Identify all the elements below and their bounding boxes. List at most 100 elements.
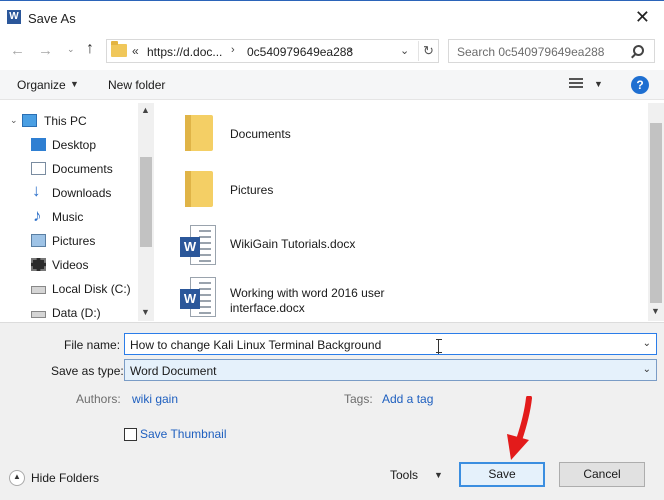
sidebar-item-data-drive[interactable]: Data (D:) — [0, 302, 138, 324]
sidebar-item-downloads[interactable]: Downloads — [0, 181, 138, 204]
file-name-label: Pictures — [230, 183, 274, 197]
scroll-down-icon[interactable]: ▼ — [141, 307, 150, 317]
chevron-down-icon[interactable]: ▼ — [70, 79, 79, 89]
scroll-down-icon[interactable]: ▼ — [651, 306, 660, 316]
word-document-icon: W — [180, 277, 218, 319]
pictures-icon — [31, 234, 46, 247]
window-title: Save As — [28, 11, 76, 26]
overflow-chevrons-icon[interactable]: « — [132, 44, 139, 58]
save-button[interactable]: Save — [459, 462, 545, 487]
sidebar-item-label: Data (D:) — [52, 306, 101, 320]
sidebar-item-label: This PC — [44, 114, 87, 128]
organize-button[interactable]: Organize — [17, 78, 66, 92]
music-icon — [31, 206, 46, 226]
file-name-value: How to change Kali Linux Terminal Backgr… — [130, 338, 382, 352]
sidebar-item-label: Desktop — [52, 138, 97, 152]
chevron-right-icon[interactable]: › — [231, 44, 235, 56]
file-name-label: interface.docx — [230, 301, 305, 315]
sidebar-item-videos[interactable]: Videos — [0, 254, 138, 276]
expand-caret-icon[interactable]: ⌄ — [10, 115, 18, 126]
sidebar-item-label: Documents — [52, 162, 113, 176]
scroll-up-icon[interactable]: ▲ — [141, 105, 150, 115]
documents-icon — [31, 162, 46, 175]
cancel-button[interactable]: Cancel — [559, 462, 645, 487]
list-item[interactable]: W Working with word 2016 user interface.… — [156, 269, 636, 321]
chevron-right-icon[interactable]: › — [348, 44, 352, 56]
folder-icon — [185, 171, 213, 207]
title-bar: W Save As ✕ — [0, 0, 664, 34]
file-name-field[interactable]: How to change Kali Linux Terminal Backgr… — [124, 333, 657, 355]
sidebar-item-local-disk[interactable]: Local Disk (C:) — [0, 278, 138, 300]
search-input[interactable]: Search 0c540979649ea288 — [448, 39, 655, 63]
tools-button[interactable]: Tools — [390, 468, 418, 482]
sidebar-item-label: Pictures — [52, 234, 96, 248]
folder-icon — [111, 41, 127, 57]
chevron-down-icon[interactable]: ▼ — [434, 470, 443, 480]
videos-icon — [31, 258, 46, 271]
sidebar-item-music[interactable]: Music — [0, 206, 138, 228]
help-icon[interactable]: ? — [631, 76, 649, 94]
sidebar-item-label: Local Disk (C:) — [52, 282, 131, 296]
word-document-icon: W — [180, 225, 218, 267]
search-icon[interactable] — [633, 45, 644, 56]
breadcrumb-segment[interactable]: 0c540979649ea288 — [247, 45, 353, 59]
chevron-down-icon[interactable]: ▼ — [594, 79, 603, 89]
file-name-label: WikiGain Tutorials.docx — [230, 237, 356, 251]
file-list: Documents Pictures W WikiGain Tutorials.… — [156, 103, 646, 321]
tags-label: Tags: — [344, 392, 373, 406]
file-name-label: File name: — [64, 338, 121, 352]
forward-arrow-icon[interactable]: → — [38, 42, 53, 59]
navigation-scrollbar[interactable]: ▲ ▼ — [138, 103, 154, 321]
sidebar-item-label: Music — [52, 210, 84, 224]
authors-field[interactable]: wiki gain — [132, 392, 178, 406]
text-cursor-icon — [436, 339, 442, 354]
close-icon[interactable]: ✕ — [635, 7, 650, 28]
disk-icon — [31, 286, 46, 294]
address-row: ← → ⌄ ↑ « https://d.doc... › 0c540979649… — [0, 36, 664, 66]
disk-icon — [31, 311, 46, 318]
word-icon: W — [7, 10, 21, 24]
chevron-up-icon — [9, 470, 25, 486]
sidebar-item-label: Downloads — [52, 186, 112, 200]
file-name-label: Working with word 2016 user — [230, 286, 385, 300]
command-bar: Organize ▼ New folder ▼ ? — [0, 70, 664, 100]
annotation-arrow-icon — [507, 396, 532, 460]
list-item[interactable]: Documents — [156, 105, 636, 157]
hide-folders-label: Hide Folders — [31, 471, 100, 485]
chevron-down-icon[interactable]: ⌄ — [643, 338, 651, 349]
sidebar-item-documents[interactable]: Documents — [0, 158, 138, 180]
save-thumbnail-checkbox[interactable] — [124, 428, 137, 441]
save-thumbnail-label[interactable]: Save Thumbnail — [140, 427, 227, 441]
recent-locations-icon[interactable]: ⌄ — [67, 44, 75, 55]
chevron-down-icon[interactable]: ⌄ — [400, 44, 409, 57]
sidebar-item-label: Videos — [52, 258, 89, 272]
sidebar-item-this-pc[interactable]: ⌄ This PC — [0, 110, 138, 132]
tags-field[interactable]: Add a tag — [382, 392, 433, 406]
refresh-icon[interactable]: ↻ — [418, 41, 438, 61]
list-item[interactable]: W WikiGain Tutorials.docx — [156, 217, 636, 269]
authors-label: Authors: — [76, 392, 121, 406]
folder-icon — [185, 115, 213, 151]
save-as-type-label: Save as type: — [51, 364, 124, 378]
desktop-icon — [31, 138, 46, 151]
list-item[interactable]: Pictures — [156, 161, 636, 213]
breadcrumb-segment[interactable]: https://d.doc... — [147, 45, 222, 59]
chevron-down-icon[interactable]: ⌄ — [643, 364, 651, 375]
file-name-label: Documents — [230, 127, 291, 141]
scrollbar-thumb[interactable] — [140, 157, 152, 247]
save-as-type-value: Word Document — [130, 364, 217, 378]
new-folder-button[interactable]: New folder — [108, 78, 165, 92]
file-list-scrollbar[interactable]: ▼ — [648, 103, 664, 321]
address-bar[interactable]: « https://d.doc... › 0c540979649ea288 › … — [106, 39, 439, 63]
search-placeholder: Search 0c540979649ea288 — [457, 45, 605, 59]
scrollbar-thumb[interactable] — [650, 123, 662, 303]
this-pc-icon — [22, 114, 37, 127]
save-as-type-select[interactable]: Word Document ⌄ — [124, 359, 657, 381]
up-arrow-icon[interactable]: ↑ — [86, 40, 94, 58]
back-arrow-icon[interactable]: ← — [10, 42, 25, 59]
downloads-icon — [31, 181, 46, 201]
sidebar-item-pictures[interactable]: Pictures — [0, 230, 138, 252]
view-options-icon[interactable] — [569, 78, 583, 92]
navigation-pane: ⌄ This PC Desktop Documents Downloads Mu… — [0, 103, 154, 321]
sidebar-item-desktop[interactable]: Desktop — [0, 134, 138, 156]
